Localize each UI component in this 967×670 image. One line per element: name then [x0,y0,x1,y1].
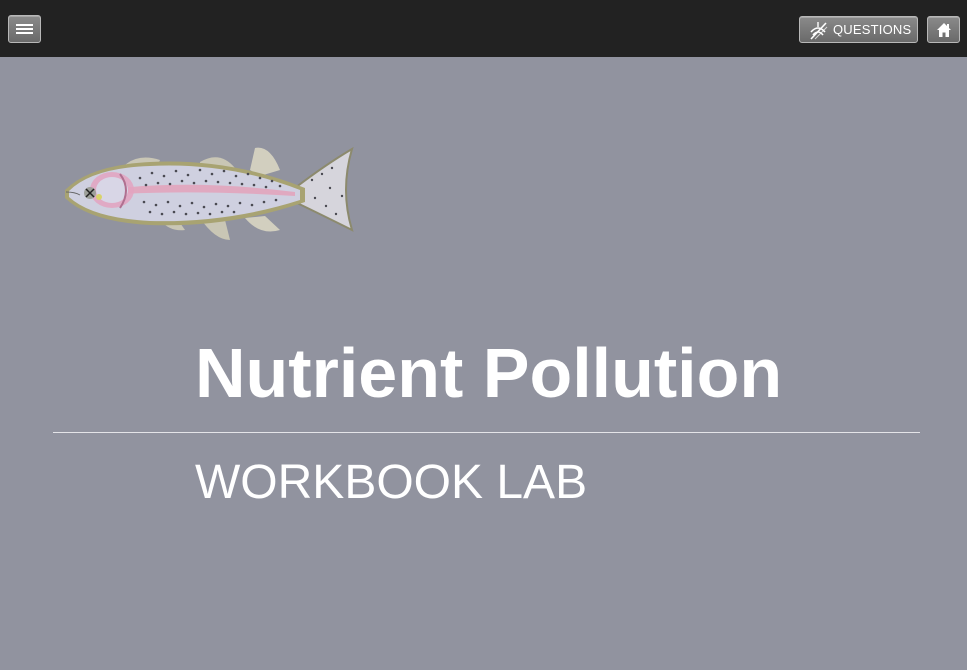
page-subtitle: WORKBOOK LAB [195,456,588,509]
questions-button[interactable]: QUESTIONS [799,16,918,43]
questions-off-icon [810,21,828,40]
questions-label: QUESTIONS [833,22,912,37]
title-divider [53,432,920,433]
home-icon [937,23,951,37]
hamburger-icon [16,24,33,34]
home-button[interactable] [927,16,960,43]
trout-illustration [65,146,354,240]
menu-button[interactable] [8,15,41,43]
top-toolbar: QUESTIONS [0,0,967,57]
page-title: Nutrient Pollution [195,334,783,412]
